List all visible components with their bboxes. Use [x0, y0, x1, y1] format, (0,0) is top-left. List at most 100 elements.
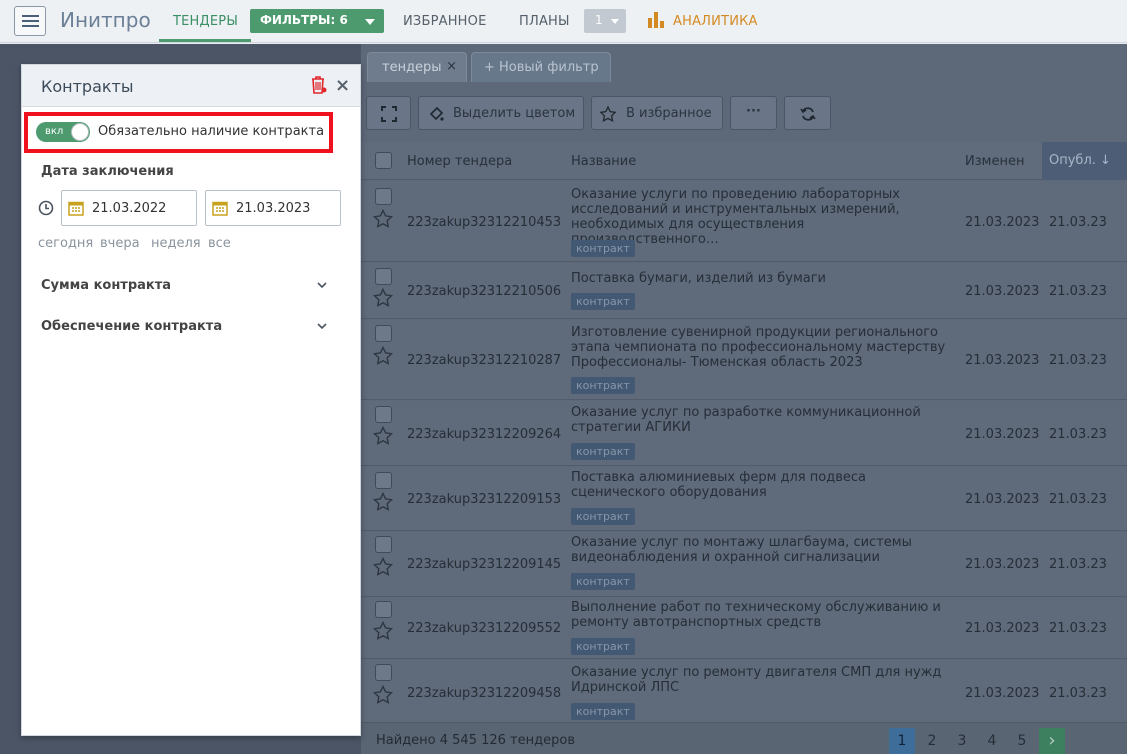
next-page-button[interactable]: ›	[1039, 728, 1065, 754]
page-5[interactable]: 5	[1009, 728, 1035, 754]
col-changed[interactable]: Изменен	[965, 154, 1024, 169]
tab-new-filter[interactable]: + Новый фильтр	[471, 52, 611, 82]
add-to-favorites-button[interactable]: В избранное	[591, 96, 723, 130]
more-actions-button[interactable]: ···	[730, 96, 777, 130]
tab-new-filter-label: + Новый фильтр	[484, 60, 599, 75]
tender-title[interactable]: Оказание услуги по проведению лабораторн…	[571, 187, 956, 247]
plans-count-dropdown[interactable]: 1	[584, 9, 626, 33]
contract-required-toggle[interactable]: вкл	[36, 122, 90, 142]
chevron-down-icon[interactable]	[317, 321, 327, 331]
date-to-input[interactable]: 21.03.2023	[205, 190, 341, 226]
refresh-button[interactable]	[784, 96, 831, 130]
published-date: 21.03.23	[1049, 492, 1107, 507]
row-checkbox[interactable]	[375, 472, 392, 489]
nav-plans[interactable]: ПЛАНЫ	[519, 14, 570, 29]
published-date: 21.03.23	[1049, 215, 1107, 230]
tender-number[interactable]: 223zakup32312209145	[407, 557, 561, 572]
tender-number[interactable]: 223zakup32312209458	[407, 686, 561, 701]
star-icon[interactable]	[373, 492, 393, 512]
tender-number[interactable]: 223zakup32312209552	[407, 621, 561, 636]
table-row[interactable]: 223zakup32312210453 Оказание услуги по п…	[361, 181, 1127, 262]
contract-badge: контракт	[571, 293, 635, 310]
col-number[interactable]: Номер тендера	[407, 154, 512, 169]
tender-number[interactable]: 223zakup32312210506	[407, 284, 561, 299]
col-name[interactable]: Название	[571, 154, 636, 169]
tender-title[interactable]: Выполнение работ по техническому обслужи…	[571, 600, 956, 630]
contract-badge: контракт	[571, 638, 635, 655]
table-row[interactable]: 223zakup32312210287 Изготовление сувенир…	[361, 320, 1127, 400]
tab-tenders[interactable]: тендеры ×	[367, 52, 467, 82]
tender-title[interactable]: Поставка алюминиевых ферм для подвеса сц…	[571, 470, 956, 500]
tender-number[interactable]: 223zakup32312209153	[407, 492, 561, 507]
star-icon[interactable]	[373, 209, 393, 229]
date-from-input[interactable]: 21.03.2022	[61, 190, 197, 226]
star-icon[interactable]	[373, 288, 393, 308]
select-all-checkbox[interactable]	[375, 152, 392, 169]
row-checkbox[interactable]	[375, 601, 392, 618]
table-row[interactable]: 223zakup32312209264 Оказание услуг по ра…	[361, 401, 1127, 466]
app-logo[interactable]: Инитпро	[60, 8, 151, 32]
filters-dropdown-button[interactable]: ФИЛЬТРЫ: 6	[250, 9, 384, 33]
close-icon[interactable]: ×	[335, 75, 350, 96]
table-row[interactable]: 223zakup32312209153 Поставка алюминиевых…	[361, 467, 1127, 531]
contract-badge: контракт	[571, 377, 635, 394]
page-2[interactable]: 2	[919, 728, 945, 754]
tender-title[interactable]: Оказание услуг по ремонту двигателя СМП …	[571, 665, 956, 695]
table-row[interactable]: 223zakup32312209552 Выполнение работ по …	[361, 598, 1127, 659]
quick-yesterday[interactable]: вчера	[100, 236, 140, 251]
close-icon[interactable]: ×	[446, 59, 457, 74]
nav-analytics[interactable]: АНАЛИТИКА	[673, 14, 758, 29]
fullscreen-button[interactable]	[366, 96, 411, 130]
star-icon[interactable]	[373, 685, 393, 705]
col-published-sorted[interactable]: Опубл. ↓	[1042, 142, 1127, 180]
page-4[interactable]: 4	[979, 728, 1005, 754]
security-section-title[interactable]: Обеспечение контракта	[41, 319, 222, 334]
row-checkbox[interactable]	[375, 406, 392, 423]
chevron-down-icon[interactable]	[317, 280, 327, 290]
star-icon[interactable]	[373, 346, 393, 366]
tender-number[interactable]: 223zakup32312210453	[407, 215, 561, 230]
row-checkbox[interactable]	[375, 325, 392, 342]
row-checkbox[interactable]	[375, 268, 392, 285]
row-checkbox[interactable]	[375, 664, 392, 681]
caret-down-icon	[365, 19, 375, 25]
row-checkbox[interactable]	[375, 188, 392, 205]
table-row[interactable]: 223zakup32312209458 Оказание услуг по ре…	[361, 660, 1127, 722]
table-header: Номер тендера Название Изменен	[361, 142, 1127, 180]
nav-active-underline	[159, 39, 251, 42]
tender-title[interactable]: Оказание услуг по разработке коммуникаци…	[571, 405, 956, 435]
changed-date: 21.03.2023	[965, 686, 1040, 701]
calendar-icon	[212, 201, 228, 216]
nav-favorites[interactable]: ИЗБРАННОЕ	[403, 14, 487, 29]
table-row[interactable]: 223zakup32312210506 Поставка бумаги, изд…	[361, 263, 1127, 319]
tender-title[interactable]: Оказание услуг по монтажу шлагбаума, сис…	[571, 535, 956, 565]
tender-number[interactable]: 223zakup32312210287	[407, 353, 561, 368]
toggle-knob	[71, 123, 89, 141]
toggle-label[interactable]: Обязательно наличие контракта	[98, 124, 324, 139]
changed-date: 21.03.2023	[965, 353, 1040, 368]
star-icon[interactable]	[373, 426, 393, 446]
contract-badge: контракт	[571, 573, 635, 590]
quick-today[interactable]: сегодня	[38, 236, 93, 251]
row-checkbox[interactable]	[375, 536, 392, 553]
page-1[interactable]: 1	[889, 728, 915, 754]
highlight-color-button[interactable]: Выделить цветом	[418, 96, 584, 130]
nav-tenders[interactable]: ТЕНДЕРЫ	[173, 14, 238, 29]
hamburger-menu-icon[interactable]	[14, 6, 46, 36]
star-icon[interactable]	[373, 621, 393, 641]
quick-all[interactable]: все	[208, 236, 231, 251]
star-icon[interactable]	[373, 557, 393, 577]
quick-week[interactable]: неделя	[151, 236, 201, 251]
sum-section-title[interactable]: Сумма контракта	[41, 278, 171, 293]
table-row[interactable]: 223zakup32312209145 Оказание услуг по мо…	[361, 532, 1127, 597]
tender-title[interactable]: Изготовление сувенирной продукции регион…	[571, 325, 956, 370]
filters-label: ФИЛЬТРЫ: 6	[260, 13, 348, 27]
tender-title[interactable]: Поставка бумаги, изделий из бумаги	[571, 271, 956, 286]
trash-icon[interactable]	[311, 76, 327, 94]
tender-number[interactable]: 223zakup32312209264	[407, 427, 561, 442]
changed-date: 21.03.2023	[965, 492, 1040, 507]
page-3[interactable]: 3	[949, 728, 975, 754]
contract-badge: контракт	[571, 240, 635, 257]
clock-icon[interactable]	[38, 200, 54, 216]
add-to-favorites-label: В избранное	[626, 106, 712, 121]
